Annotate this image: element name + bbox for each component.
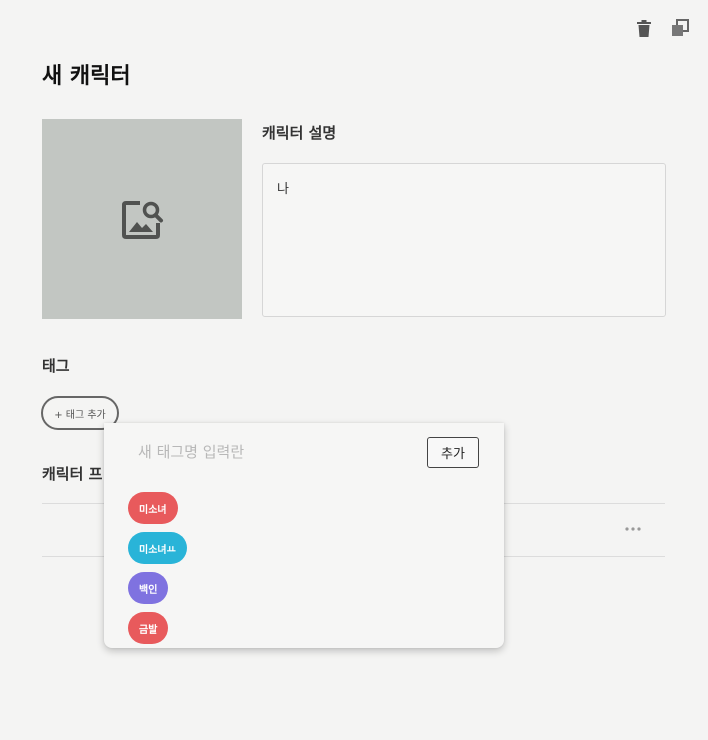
tag-chip[interactable]: 금발 xyxy=(128,612,169,644)
new-tag-input[interactable] xyxy=(138,439,408,465)
description-textarea[interactable]: 나 xyxy=(262,163,666,317)
more-horizontal-icon[interactable] xyxy=(622,520,644,538)
image-search-icon xyxy=(122,201,163,239)
trash-icon[interactable] xyxy=(634,18,654,38)
tag-chip[interactable]: 미소녀ㅛ xyxy=(128,532,187,564)
tag-label: 태그 xyxy=(42,357,70,375)
tag-chip[interactable]: 미소녀 xyxy=(128,492,178,524)
header-actions xyxy=(634,18,690,38)
duplicate-icon[interactable] xyxy=(670,18,690,38)
tag-popover: 추가 미소녀 미소녀ㅛ 백인 금발 xyxy=(104,423,504,648)
page-title: 새 캐릭터 xyxy=(42,64,131,89)
profile-label: 캐릭터 프 xyxy=(42,465,103,483)
character-image-placeholder[interactable] xyxy=(42,119,242,319)
tag-chip[interactable]: 백인 xyxy=(128,572,169,604)
tag-list: 미소녀 미소녀ㅛ 백인 금발 xyxy=(128,492,187,644)
description-label: 캐릭터 설명 xyxy=(262,124,337,142)
add-new-tag-button[interactable]: 추가 xyxy=(427,437,479,468)
